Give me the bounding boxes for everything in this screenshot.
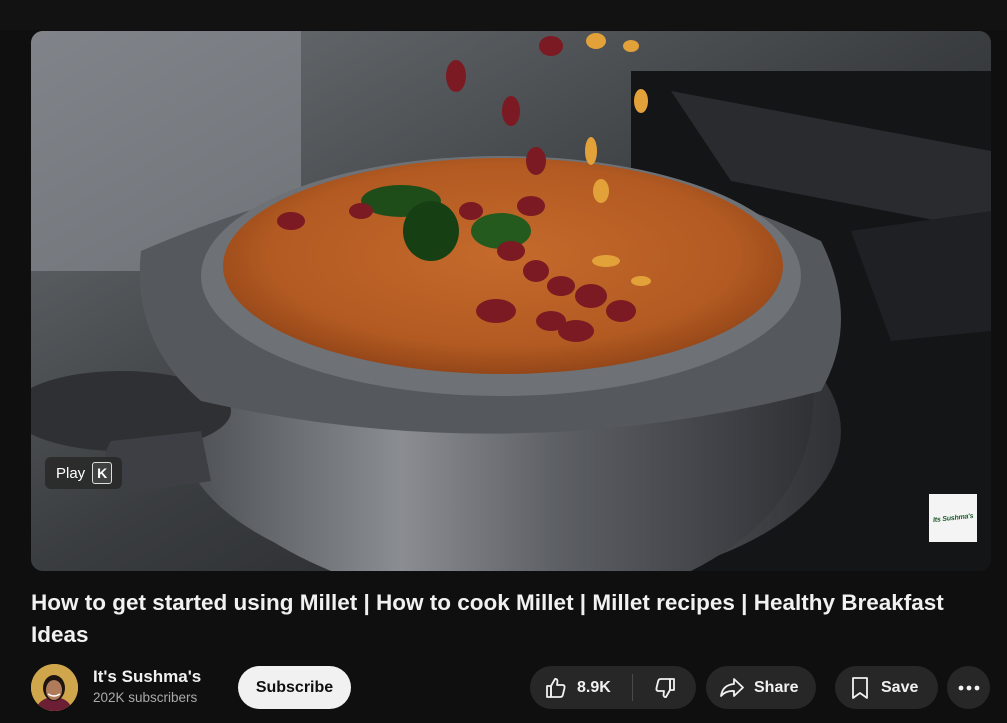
keyboard-shortcut-badge: K [92,462,113,484]
more-horizontal-icon [958,685,980,691]
video-player[interactable]: Play K Its Sushma's [31,31,991,571]
video-title: How to get started using Millet | How to… [31,590,944,647]
channel-watermark[interactable]: Its Sushma's [929,494,977,542]
dislike-button[interactable] [633,666,696,709]
more-actions-button[interactable] [947,666,990,709]
watermark-logo-text: Its Sushma's [932,512,974,524]
thumbs-up-icon [544,676,568,700]
share-arrow-icon [719,676,745,700]
share-button[interactable]: Share [706,666,816,709]
play-tooltip: Play K [45,457,123,489]
avatar-portrait-icon [31,663,78,711]
play-label: Play [56,464,86,482]
save-button[interactable]: Save [835,666,938,709]
channel-owner: It's Sushma's 202K subscribers [31,662,201,712]
channel-name[interactable]: It's Sushma's [93,666,201,688]
top-bar [0,0,1007,30]
subscriber-count: 202K subscribers [93,690,198,705]
share-label: Share [754,678,799,696]
like-dislike-group: 8.9K [530,666,696,709]
thumbs-down-icon [653,676,677,700]
channel-avatar[interactable] [31,663,78,711]
subscribe-button[interactable]: Subscribe [238,666,351,709]
save-label: Save [881,678,919,696]
like-count: 8.9K [577,678,611,696]
bookmark-icon [849,676,871,700]
like-button[interactable]: 8.9K [530,666,632,709]
video-thumbnail [31,31,991,571]
